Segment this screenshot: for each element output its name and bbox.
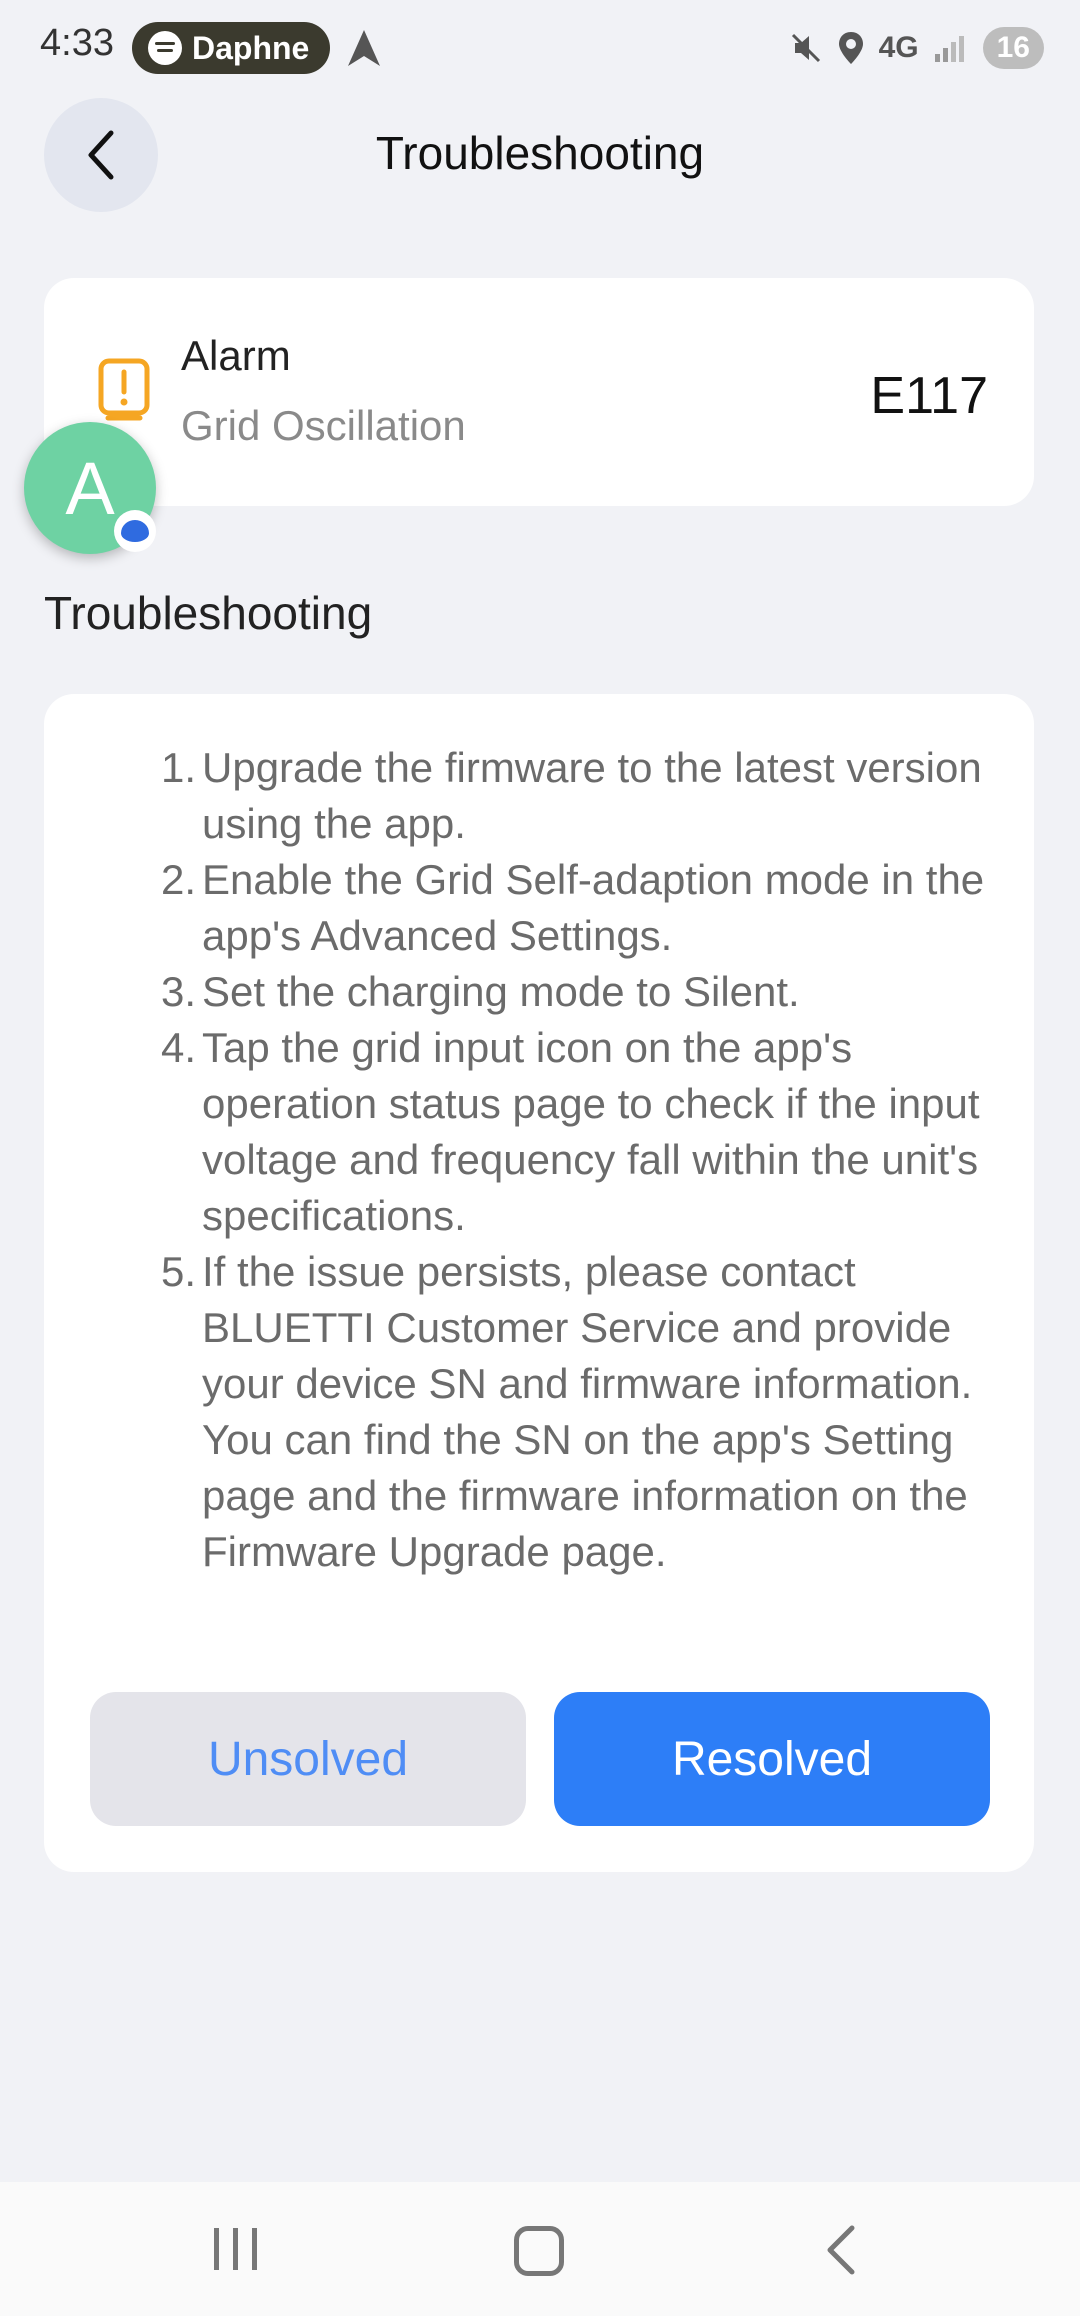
- alert-icon: [98, 358, 150, 421]
- alarm-card: Alarm Grid Oscillation E117: [44, 278, 1034, 506]
- home-button[interactable]: [514, 2226, 564, 2276]
- spotify-icon: [148, 31, 182, 65]
- section-title: Troubleshooting: [44, 587, 373, 639]
- media-pill[interactable]: Daphne: [132, 22, 330, 74]
- message-badge-icon: [114, 510, 156, 552]
- system-nav-bar: [0, 2182, 1080, 2316]
- media-pill-label: Daphne: [192, 29, 310, 66]
- step-item: 4. Tap the grid input icon on the app's o…: [160, 1024, 980, 1239]
- alarm-code: E117: [870, 367, 988, 425]
- step-item: 3. Set the charging mode to Silent.: [160, 968, 800, 1015]
- status-time: 4:33: [40, 22, 114, 64]
- steps-list: 1. Upgrade the firmware to the latest ver…: [44, 740, 1034, 1580]
- location-icon: [838, 32, 863, 64]
- recent-apps-button[interactable]: [214, 2228, 257, 2270]
- page-title: Troubleshooting: [375, 127, 705, 179]
- status-bar: 4:33 Daphne 4G 16: [0, 0, 1080, 96]
- resolved-button[interactable]: Resolved: [554, 1692, 990, 1826]
- signal-icon: [934, 36, 964, 62]
- troubleshooting-steps-card: 1. Upgrade the firmware to the latest ver…: [44, 694, 1034, 1872]
- step-item: 5. If the issue persists, please contact …: [160, 1248, 973, 1575]
- battery-level: 16: [982, 27, 1044, 69]
- step-item: 1. Upgrade the firmware to the latest ver…: [160, 744, 982, 847]
- network-type: 4G: [878, 31, 919, 64]
- step-item: 2. Enable the Grid Self-adaption mode in …: [160, 856, 985, 959]
- status-icons: 4G 16: [789, 22, 1044, 74]
- unsolved-button[interactable]: Unsolved: [90, 1692, 526, 1826]
- mute-icon: [791, 33, 820, 63]
- alarm-label: Alarm: [181, 332, 291, 379]
- alarm-description: Grid Oscillation: [181, 402, 466, 449]
- navigation-arrow-icon: [348, 30, 380, 66]
- back-nav-icon[interactable]: [822, 2224, 858, 2276]
